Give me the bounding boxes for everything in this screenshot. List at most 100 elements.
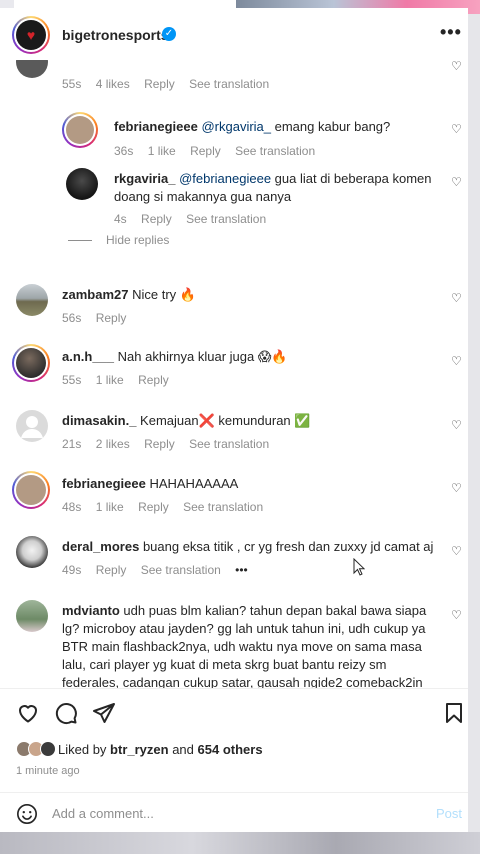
like-heart-icon[interactable]: ♡ — [451, 60, 464, 73]
avatar — [40, 741, 56, 757]
liked-by-avatars — [16, 741, 56, 757]
avatar[interactable] — [12, 344, 50, 382]
comment-mention[interactable]: @febrianegieee — [179, 171, 271, 186]
liked-by-user[interactable]: btr_ryzen — [110, 742, 169, 757]
avatar[interactable] — [12, 471, 50, 509]
comment-bubble-icon[interactable] — [54, 701, 78, 725]
comment-body: buang eksa titik , cr yg fresh dan zuxxy… — [139, 539, 434, 554]
avatar[interactable] — [66, 168, 98, 200]
comment-username[interactable]: febrianegieee — [114, 119, 198, 134]
avatar[interactable] — [16, 60, 48, 78]
verified-badge-icon: ✓ — [162, 27, 176, 41]
comment-likes[interactable]: 2 likes — [96, 437, 130, 451]
comment-time: 55s — [62, 77, 82, 91]
comment-username[interactable]: mdvianto — [62, 603, 120, 618]
reply-button[interactable]: Reply — [144, 77, 175, 91]
see-translation-button[interactable]: See translation — [186, 212, 266, 226]
comment-username[interactable]: febrianegieee — [62, 476, 146, 491]
comment-list[interactable]: 55s 4 likes Reply See translation ♡ febr… — [0, 60, 468, 688]
comment-text: a.n.h___ Nah akhirnya kluar juga 😱🔥 — [62, 348, 288, 366]
see-translation-button[interactable]: See translation — [189, 437, 269, 451]
reply-button[interactable]: Reply — [96, 563, 127, 577]
see-translation-button[interactable]: See translation — [183, 500, 263, 514]
like-heart-icon[interactable]: ♡ — [451, 482, 464, 495]
default-avatar-icon[interactable] — [16, 410, 48, 442]
comment-username[interactable]: zambam27 — [62, 287, 128, 302]
comment-mention[interactable]: @rkgaviria_ — [201, 119, 271, 134]
liked-by[interactable]: Liked by btr_ryzen and 654 others — [16, 741, 263, 757]
like-heart-icon[interactable]: ♡ — [451, 545, 464, 558]
comment-body: HAHAHAAAAA — [145, 476, 239, 491]
share-send-icon[interactable] — [92, 701, 116, 725]
add-comment-input[interactable]: Add a comment... — [52, 806, 154, 821]
profile-avatar[interactable]: ♥ — [12, 16, 50, 54]
like-post-heart-icon[interactable] — [16, 701, 40, 725]
comment-meta: 4s Reply See translation — [114, 212, 277, 226]
reply-button[interactable]: Reply — [141, 212, 172, 226]
brand-logo-icon: ♥ — [16, 20, 46, 50]
comment-text: febrianegieee HAHAHAAAAA — [62, 475, 238, 493]
like-heart-icon[interactable]: ♡ — [451, 123, 464, 136]
post-comment-button[interactable]: Post — [436, 806, 462, 821]
comment-time: 48s — [62, 500, 82, 514]
see-translation-button[interactable]: See translation — [189, 77, 269, 91]
like-heart-icon[interactable]: ♡ — [451, 355, 464, 368]
liked-by-others[interactable]: 654 others — [198, 742, 263, 757]
comment-time: 21s — [62, 437, 82, 451]
avatar[interactable] — [16, 600, 48, 632]
reply-button[interactable]: Reply — [190, 144, 221, 158]
comment-text-clipped — [62, 60, 66, 68]
comment-likes[interactable]: 1 like — [96, 373, 124, 387]
avatar[interactable] — [16, 284, 48, 316]
comment-likes[interactable]: 4 likes — [96, 77, 130, 91]
comment-likes[interactable]: 1 like — [148, 144, 176, 158]
comment-meta: 55s 4 likes Reply See translation — [62, 77, 280, 91]
comment-body: Nice try 🔥 — [128, 287, 196, 302]
save-bookmark-icon[interactable] — [442, 701, 466, 725]
like-heart-icon[interactable]: ♡ — [451, 292, 464, 305]
header-username[interactable]: bigetronesports — [62, 27, 169, 43]
comment-body: Nah akhirnya kluar juga 😱🔥 — [114, 349, 288, 364]
like-heart-icon[interactable]: ♡ — [451, 419, 464, 432]
comment-username[interactable]: deral_mores — [62, 539, 139, 554]
comment-text: zambam27 Nice try 🔥 — [62, 286, 196, 304]
comment-meta: 36s 1 like Reply See translation — [114, 144, 326, 158]
comment-time: 4s — [114, 212, 127, 226]
see-translation-button[interactable]: See translation — [141, 563, 221, 577]
liked-by-prefix: Liked by — [58, 741, 107, 757]
like-heart-icon[interactable]: ♡ — [451, 176, 464, 189]
action-icons — [16, 701, 116, 725]
post-actions: Liked by btr_ryzen and 654 others 1 minu… — [0, 688, 468, 832]
more-options-button[interactable]: ••• — [440, 22, 462, 43]
comment-time: 55s — [62, 373, 82, 387]
hide-replies-label: Hide replies — [106, 233, 170, 247]
reply-button[interactable]: Reply — [144, 437, 175, 451]
emoji-smile-icon[interactable] — [16, 803, 38, 825]
add-comment-bar: Add a comment... Post — [0, 792, 468, 836]
comment-text: deral_mores buang eksa titik , cr yg fre… — [62, 538, 433, 556]
comment-username[interactable]: dimasakin._ — [62, 413, 136, 428]
comment-text: febrianegieee @rkgaviria_ emang kabur ba… — [114, 118, 390, 136]
post-timestamp: 1 minute ago — [16, 765, 80, 777]
reply-button[interactable]: Reply — [138, 373, 169, 387]
comment-meta: 48s 1 like Reply See translation — [62, 500, 274, 514]
like-heart-icon[interactable]: ♡ — [451, 609, 464, 622]
post-header: ♥ bigetronesports ✓ ••• — [0, 8, 468, 60]
reply-button[interactable]: Reply — [138, 500, 169, 514]
see-translation-button[interactable]: See translation — [235, 144, 315, 158]
hide-replies-button[interactable]: Hide replies — [68, 233, 169, 247]
avatar[interactable] — [62, 112, 98, 148]
comment-username[interactable]: a.n.h___ — [62, 349, 114, 364]
comment-text: dimasakin._ Kemajuan❌ kemunduran ✅ — [62, 412, 310, 430]
reply-button[interactable]: Reply — [96, 311, 127, 325]
comment-body: emang kabur bang? — [271, 119, 391, 134]
comment-time: 49s — [62, 563, 82, 577]
comment-username[interactable]: rkgaviria_ — [114, 171, 175, 186]
liked-by-and: and — [172, 741, 194, 757]
comment-body: Kemajuan❌ kemunduran ✅ — [136, 413, 311, 428]
comment-more-options-button[interactable]: ••• — [235, 563, 248, 577]
avatar[interactable] — [16, 536, 48, 568]
comment-likes[interactable]: 1 like — [96, 500, 124, 514]
comment-text: rkgaviria_ @febrianegieee gua liat di be… — [114, 170, 444, 206]
divider — [68, 239, 92, 241]
